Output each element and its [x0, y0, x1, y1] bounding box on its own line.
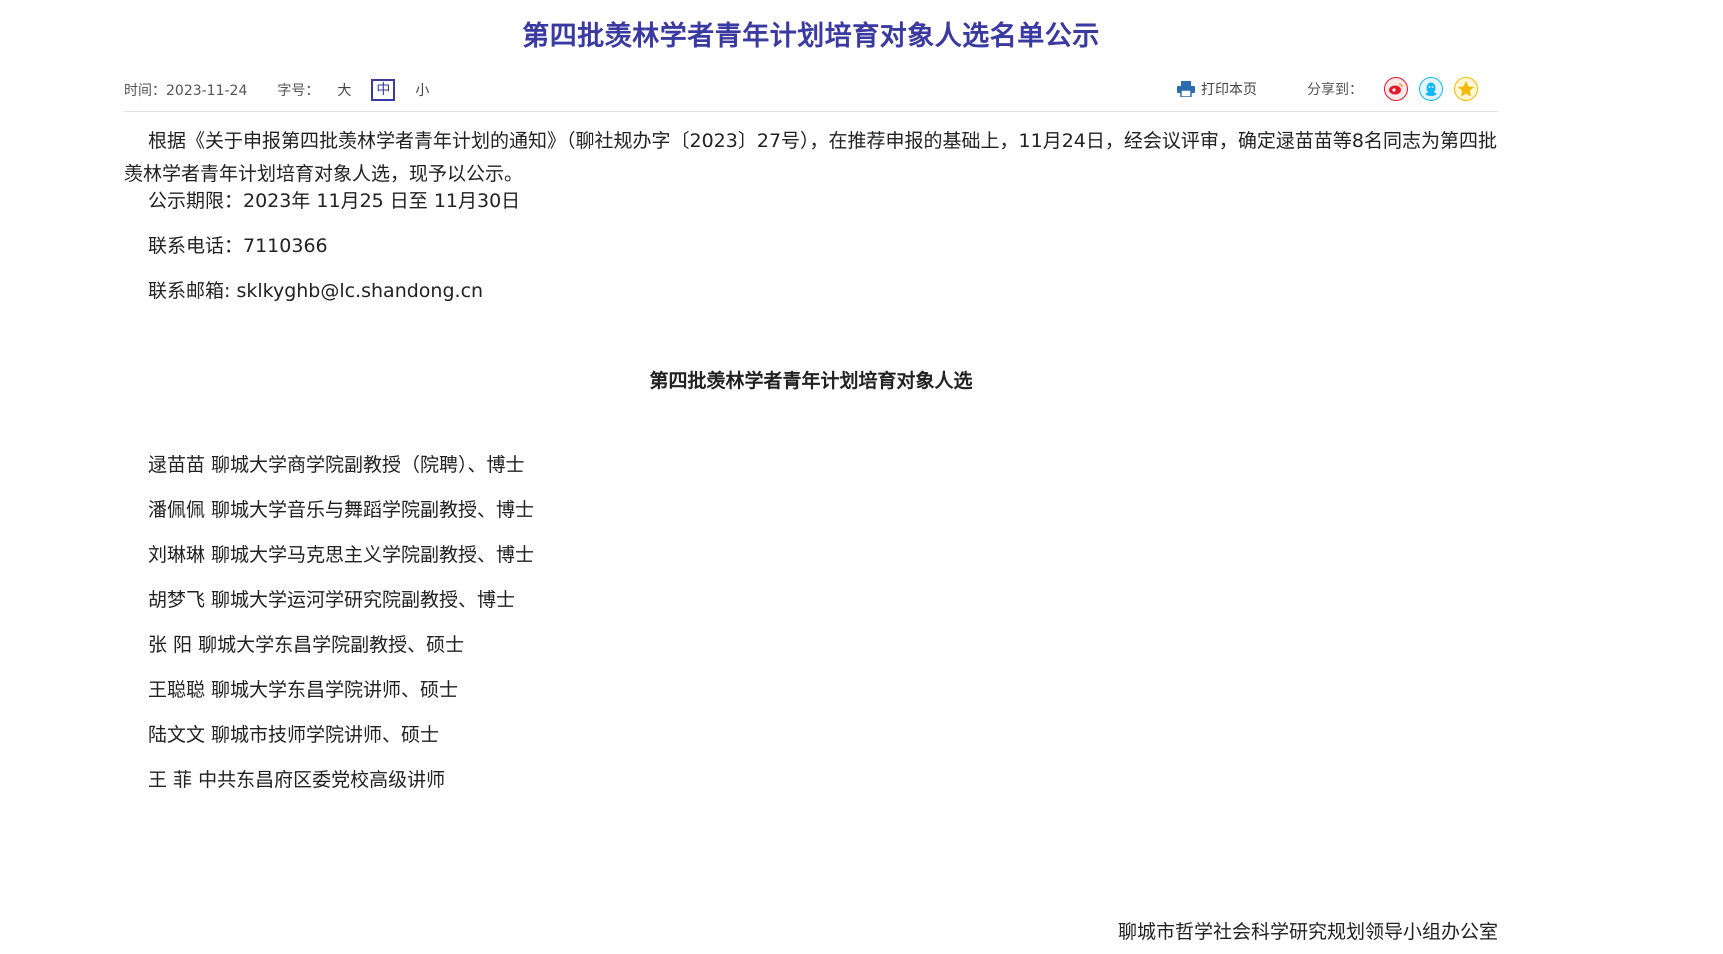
meta-bar: 时间：2023-11-24 字号： 大 中 小 打印本页 分享到：: [124, 73, 1498, 112]
list-item: 陆文文 聊城市技师学院讲师、硕士: [148, 724, 440, 746]
list-item: 王聪聪 聊城大学东昌学院讲师、硕士: [148, 679, 459, 701]
qzone-icon[interactable]: [1454, 77, 1478, 101]
list-item: 潘佩佩 聊城大学音乐与舞蹈学院副教授、博士: [148, 499, 535, 521]
list-item: 逯苗苗 聊城大学商学院副教授（院聘）、博士: [148, 454, 525, 476]
email-line: 联系邮箱: sklkyghb@lc.shandong.cn: [148, 280, 484, 302]
qq-icon[interactable]: [1419, 77, 1443, 101]
intro-paragraph: 根据《关于申报第四批羡林学者青年计划的通知》（聊社规办字〔2023〕27号），在…: [124, 130, 1497, 185]
weibo-icon[interactable]: [1384, 77, 1408, 101]
list-item: 刘琳琳 聊城大学马克思主义学院副教授、博士: [148, 544, 535, 566]
signature: 聊城市哲学社会科学研究规划领导小组办公室: [1117, 921, 1498, 943]
printer-icon: [1177, 81, 1195, 97]
list-title: 第四批羡林学者青年计划培育对象人选: [649, 370, 973, 392]
article-title: 第四批羡林学者青年计划培育对象人选名单公示: [522, 21, 1100, 52]
meta-right: 打印本页 分享到：: [1177, 77, 1478, 101]
font-size-medium-button[interactable]: 中: [371, 79, 396, 101]
print-label: 打印本页: [1201, 82, 1257, 98]
article-content: 根据《关于申报第四批羡林学者青年计划的通知》（聊社规办字〔2023〕27号），在…: [124, 125, 1498, 191]
period-line: 公示期限：2023年 11月25 日至 11月30日: [148, 190, 521, 212]
list-item: 胡梦飞 聊城大学运河学研究院副教授、博士: [148, 589, 516, 611]
font-size-label: 字号：: [277, 83, 320, 99]
meta-left: 时间：2023-11-24 字号： 大 中 小: [124, 79, 449, 101]
font-size-large-button[interactable]: 大: [337, 80, 351, 100]
phone-line: 联系电话：7110366: [148, 235, 328, 257]
font-size-small-button[interactable]: 小: [415, 80, 429, 100]
share-label: 分享到：: [1307, 82, 1363, 98]
list-item: 王 菲 中共东昌府区委党校高级讲师: [148, 769, 446, 791]
list-item: 张 阳 聊城大学东昌学院副教授、硕士: [148, 634, 465, 656]
publish-time: 时间：2023-11-24: [124, 83, 248, 99]
print-button[interactable]: 打印本页: [1177, 79, 1257, 99]
